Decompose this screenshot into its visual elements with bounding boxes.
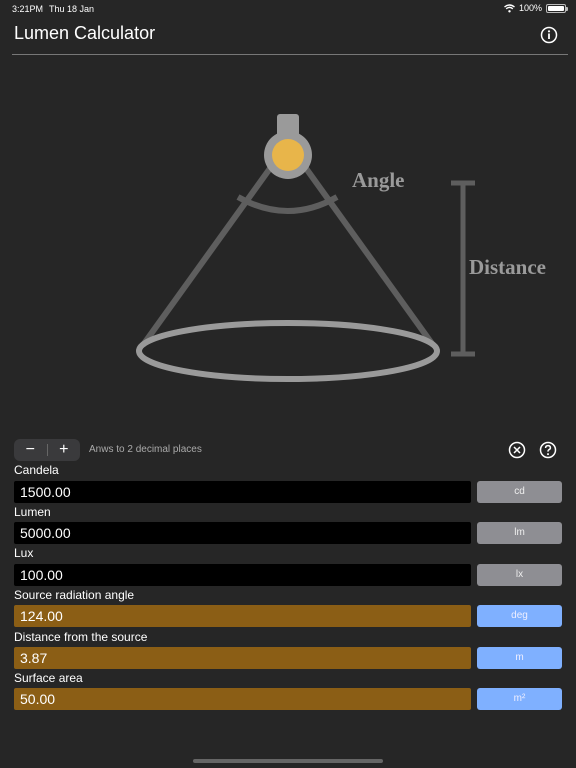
distance-label: Distance	[469, 255, 546, 279]
battery-percent: 100%	[518, 3, 542, 13]
status-time: 3:21PM	[12, 4, 44, 14]
home-indicator[interactable]	[193, 759, 383, 763]
lux-unit-button[interactable]: lx	[477, 564, 562, 586]
candela-label: Candela	[14, 463, 59, 477]
angle-arc	[236, 194, 339, 214]
precision-toolbar: − + Anws to 2 decimal places	[14, 439, 562, 461]
distance-unit-button[interactable]: m	[477, 647, 562, 669]
angle-label: Angle	[352, 168, 405, 192]
decimal-stepper[interactable]: − +	[14, 439, 80, 461]
light-circle	[136, 320, 440, 382]
page-title: Lumen Calculator	[14, 23, 156, 43]
clear-icon[interactable]	[508, 441, 526, 459]
info-icon[interactable]	[540, 26, 558, 44]
navigation-bar: Lumen Calculator	[0, 18, 576, 54]
distance-field-label: Distance from the source	[14, 630, 148, 644]
candela-unit-button[interactable]: cd	[477, 481, 562, 503]
increment-button[interactable]: +	[48, 439, 81, 461]
battery-icon	[546, 3, 568, 13]
cone-left-edge	[140, 158, 279, 347]
surface-area-unit-button[interactable]: m²	[477, 688, 562, 710]
help-icon[interactable]	[539, 441, 557, 459]
lumen-label: Lumen	[14, 505, 51, 519]
nav-divider	[12, 54, 568, 55]
bulb-light	[272, 139, 304, 171]
surface-area-field[interactable]: 50.00	[14, 688, 471, 710]
lux-label: Lux	[14, 546, 34, 560]
precision-text: Anws to 2 decimal places	[89, 444, 202, 455]
status-right: 100%	[504, 3, 568, 13]
angle-field-label: Source radiation angle	[14, 588, 135, 602]
lamp-diagram: Angle Distance	[136, 114, 546, 382]
lux-field[interactable]: 100.00	[14, 564, 471, 586]
wifi-icon	[504, 3, 515, 12]
decrement-button[interactable]: −	[14, 439, 47, 461]
distance-field[interactable]: 3.87	[14, 647, 471, 669]
status-bar: 3:21PM Thu 18 Jan 100%	[0, 0, 576, 18]
candela-field[interactable]: 1500.00	[14, 481, 471, 503]
angle-field[interactable]: 124.00	[14, 605, 471, 627]
lumen-unit-button[interactable]: lm	[477, 522, 562, 544]
angle-unit-button[interactable]: deg	[477, 605, 562, 627]
lumen-field[interactable]: 5000.00	[14, 522, 471, 544]
status-date: Thu 18 Jan	[49, 4, 95, 14]
surface-area-label: Surface area	[14, 671, 83, 685]
